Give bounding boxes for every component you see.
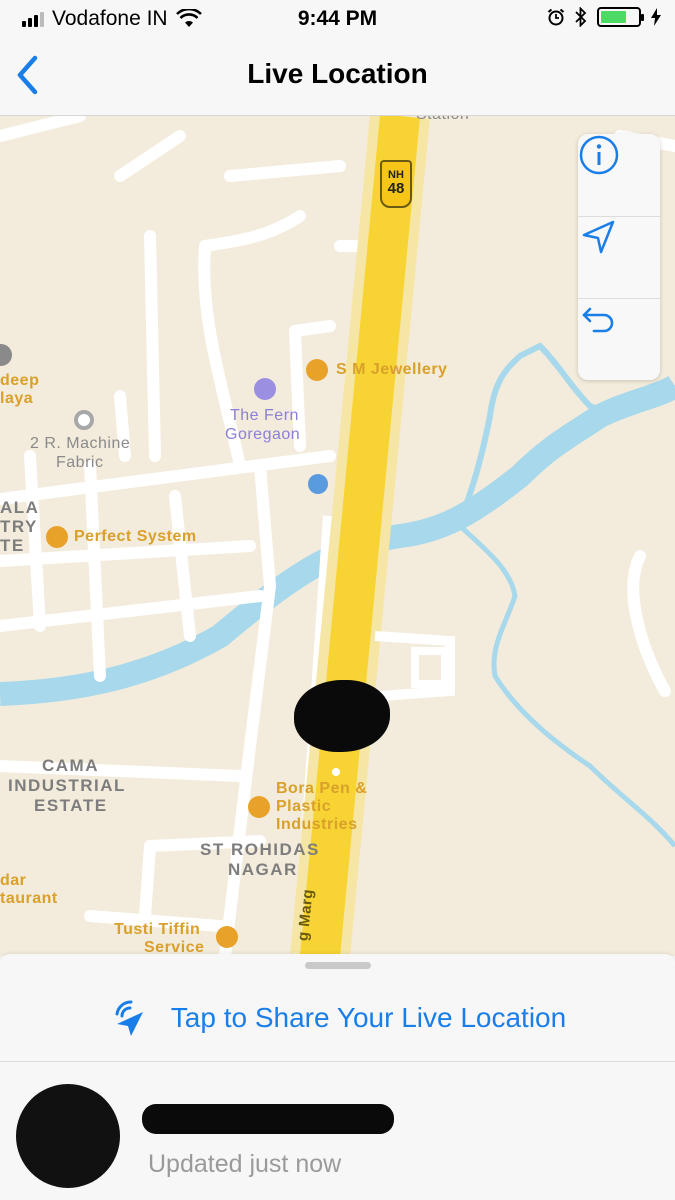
contact-row[interactable]: Updated just now: [0, 1062, 675, 1200]
poi-bora-3[interactable]: Industries: [276, 816, 357, 834]
stream-2: [453, 519, 675, 848]
alarm-icon: [547, 8, 565, 26]
poi-machine-2[interactable]: Fabric: [56, 454, 103, 472]
place-icon[interactable]: [74, 410, 94, 430]
page-title: Live Location: [247, 58, 428, 89]
area-ala-3: TE: [0, 536, 25, 555]
highway-shield-number: 48: [387, 180, 405, 197]
poi-dar-2[interactable]: taurant: [0, 890, 58, 908]
area-rohidas-2: NAGAR: [228, 860, 298, 879]
back-return-icon: [582, 307, 614, 333]
current-location-button[interactable]: [578, 216, 660, 298]
location-arrow-icon: [582, 220, 615, 254]
area-cama-3: ESTATE: [34, 796, 108, 815]
poi-bora-2[interactable]: Plastic: [276, 798, 331, 816]
poi-sm-jewellery[interactable]: S M Jewellery: [336, 361, 447, 379]
area-rohidas-1: ST ROHIDAS: [200, 840, 320, 859]
share-label: Tap to Share Your Live Location: [170, 1001, 567, 1033]
poi-the-fern-1[interactable]: The Fern: [230, 407, 299, 425]
contact-name-redacted: [142, 1104, 394, 1134]
navigation-bar: Live Location: [0, 38, 675, 116]
sheet-grabber[interactable]: [305, 962, 371, 969]
poi-bora-1[interactable]: Bora Pen &: [276, 780, 367, 798]
area-ala-1: ALA: [0, 498, 40, 517]
poi-tusti-1[interactable]: Tusti Tiffin: [114, 921, 200, 939]
poi-deep-1[interactable]: deep: [0, 372, 39, 390]
charging-bolt-icon: [651, 8, 661, 26]
area-cama-2: INDUSTRIAL: [8, 776, 126, 795]
station-label: Station: [416, 116, 469, 124]
bottom-sheet: Tap to Share Your Live Location Updated …: [0, 954, 675, 1200]
jewellery-icon[interactable]: [306, 359, 328, 381]
poi-perfect-system[interactable]: Perfect System: [74, 528, 197, 546]
poi-dar-1[interactable]: dar: [0, 872, 26, 890]
poi-machine-1[interactable]: 2 R. Machine: [30, 435, 130, 453]
map-view[interactable]: NH 48 Station S M Jewellery The Fern Gor…: [0, 116, 675, 956]
status-bar: Vodafone IN 9:44 PM: [0, 0, 675, 38]
updated-status: Updated just now: [148, 1150, 342, 1178]
fuel-icon[interactable]: [308, 474, 328, 494]
shop-icon[interactable]: [216, 926, 238, 948]
shop-icon[interactable]: [248, 796, 270, 818]
user-location-marker[interactable]: [294, 680, 390, 752]
status-icons: [547, 7, 661, 27]
poi-deep-2[interactable]: laya: [0, 390, 33, 408]
area-cama-1: CAMA: [42, 756, 99, 775]
user-location-dot: [332, 768, 340, 776]
info-icon: [579, 135, 619, 175]
bluetooth-icon: [575, 7, 587, 27]
share-live-location-button[interactable]: Tap to Share Your Live Location: [0, 974, 675, 1062]
battery-icon: [597, 7, 644, 27]
map-controls: [578, 134, 660, 380]
shop-icon[interactable]: [46, 526, 68, 548]
return-button[interactable]: [578, 298, 660, 380]
info-button[interactable]: [578, 134, 660, 216]
poi-the-fern-2[interactable]: Goregaon: [225, 426, 300, 444]
highway-shield: NH 48: [380, 160, 412, 208]
live-location-icon: [115, 999, 143, 1036]
hotel-icon[interactable]: [254, 378, 276, 400]
area-ala-2: TRY: [0, 517, 38, 536]
avatar: [16, 1084, 120, 1188]
